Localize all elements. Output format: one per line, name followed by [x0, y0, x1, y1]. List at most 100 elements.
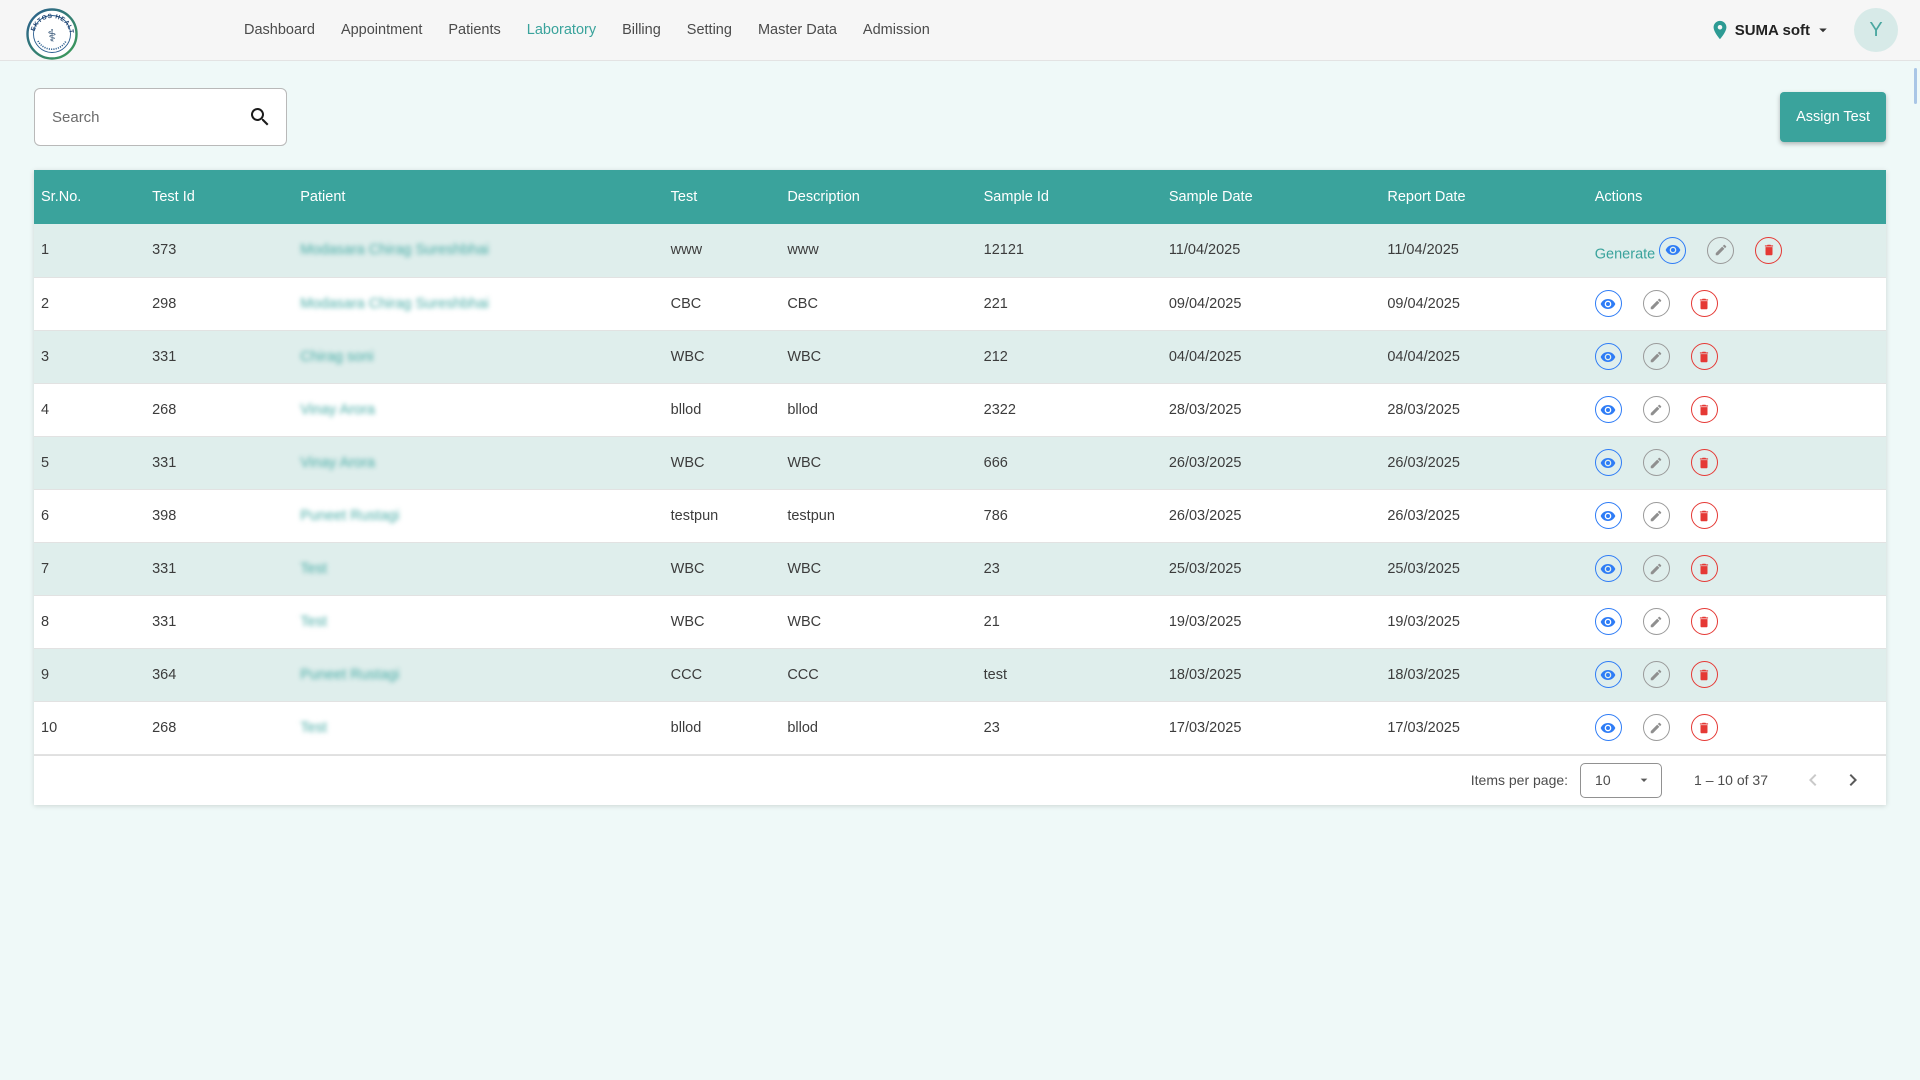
laboratory-page: Assign Test Sr.No.Test IdPatientTestDesc… — [0, 88, 1920, 805]
location-pin-icon — [1709, 19, 1731, 41]
caduceus-icon: ⚕ — [47, 27, 56, 46]
cell-test-id: 331 — [145, 595, 293, 648]
delete-test-button[interactable] — [1691, 555, 1718, 582]
delete-test-button[interactable] — [1691, 343, 1718, 370]
patient-link[interactable]: Test — [300, 614, 327, 630]
patient-link[interactable]: Test — [300, 561, 327, 577]
cell-test-id: 298 — [145, 277, 293, 330]
view-report-button[interactable] — [1595, 661, 1622, 688]
location-selector[interactable]: SUMA soft — [1709, 19, 1832, 41]
cell-sr-no: 7 — [34, 542, 145, 595]
patient-link[interactable]: Puneet Rustagi — [300, 508, 399, 524]
column-header-test: Test — [664, 170, 781, 224]
cell-report-date: 26/03/2025 — [1380, 436, 1587, 489]
generate-report-link[interactable]: Generate — [1595, 246, 1655, 262]
action-icons — [1595, 714, 1718, 741]
edit-test-button[interactable] — [1643, 396, 1670, 423]
header-right: SUMA soft Y — [1709, 8, 1898, 52]
nav-item-dashboard[interactable]: Dashboard — [244, 22, 315, 38]
view-report-button[interactable] — [1659, 237, 1686, 264]
edit-test-button[interactable] — [1643, 555, 1670, 582]
eye-icon — [1600, 561, 1616, 577]
next-page-button[interactable] — [1838, 765, 1868, 795]
nav-item-billing[interactable]: Billing — [622, 22, 661, 38]
cell-sample-id: test — [977, 648, 1162, 701]
delete-test-button[interactable] — [1691, 502, 1718, 529]
search-input[interactable] — [52, 109, 248, 126]
patient-link[interactable]: Test — [300, 720, 327, 736]
nav-item-laboratory[interactable]: Laboratory — [527, 22, 596, 38]
trash-icon — [1697, 562, 1711, 576]
cell-sr-no: 9 — [34, 648, 145, 701]
nav-item-appointment[interactable]: Appointment — [341, 22, 422, 38]
nav-item-admission[interactable]: Admission — [863, 22, 930, 38]
search-icon — [248, 105, 272, 129]
column-header-description: Description — [780, 170, 976, 224]
view-report-button[interactable] — [1595, 608, 1622, 635]
nav-item-patients[interactable]: Patients — [448, 22, 500, 38]
cell-sample-date: 25/03/2025 — [1162, 542, 1381, 595]
patient-link[interactable]: Chirag soni — [300, 349, 373, 365]
cell-test: WBC — [664, 595, 781, 648]
patient-link[interactable]: Vinay Arora — [300, 402, 375, 418]
delete-test-button[interactable] — [1691, 661, 1718, 688]
edit-test-button[interactable] — [1643, 343, 1670, 370]
pencil-icon — [1649, 562, 1663, 576]
cell-test: WBC — [664, 436, 781, 489]
trash-icon — [1697, 615, 1711, 629]
cell-actions — [1588, 489, 1886, 542]
pencil-icon — [1649, 456, 1663, 470]
cell-sr-no: 6 — [34, 489, 145, 542]
table-row: 1 373 Modasara Chirag Sureshbhai www www… — [34, 224, 1886, 277]
edit-test-button[interactable] — [1643, 290, 1670, 317]
assign-test-button[interactable]: Assign Test — [1780, 92, 1886, 142]
patient-link[interactable]: Puneet Rustagi — [300, 667, 399, 683]
patient-link[interactable]: Vinay Arora — [300, 455, 375, 471]
view-report-button[interactable] — [1595, 714, 1622, 741]
table-row: 4 268 Vinay Arora bllod bllod 2322 28/03… — [34, 383, 1886, 436]
edit-test-button[interactable] — [1643, 608, 1670, 635]
view-report-button[interactable] — [1595, 555, 1622, 582]
cell-report-date: 25/03/2025 — [1380, 542, 1587, 595]
cell-test: CCC — [664, 648, 781, 701]
edit-test-button[interactable] — [1643, 714, 1670, 741]
items-per-page-select[interactable]: 10 — [1580, 763, 1662, 798]
cell-sample-id: 2322 — [977, 383, 1162, 436]
action-icons — [1595, 343, 1718, 370]
cell-sr-no: 4 — [34, 383, 145, 436]
delete-test-button[interactable] — [1755, 237, 1782, 264]
edit-test-button[interactable] — [1707, 237, 1734, 264]
view-report-button[interactable] — [1595, 396, 1622, 423]
delete-test-button[interactable] — [1691, 608, 1718, 635]
edit-test-button[interactable] — [1643, 449, 1670, 476]
cell-test: WBC — [664, 330, 781, 383]
cell-description: CBC — [780, 277, 976, 330]
action-icons — [1595, 290, 1718, 317]
view-report-button[interactable] — [1595, 290, 1622, 317]
edit-test-button[interactable] — [1643, 502, 1670, 529]
delete-test-button[interactable] — [1691, 396, 1718, 423]
paginator: Items per page: 10 1 – 10 of 37 — [34, 755, 1886, 805]
edit-test-button[interactable] — [1643, 661, 1670, 688]
cell-test: testpun — [664, 489, 781, 542]
cell-patient: Test — [293, 542, 663, 595]
cell-actions — [1588, 595, 1886, 648]
nav-item-master-data[interactable]: Master Data — [758, 22, 837, 38]
delete-test-button[interactable] — [1691, 290, 1718, 317]
scrollbar-thumb[interactable] — [1914, 68, 1917, 104]
avatar[interactable]: Y — [1854, 8, 1898, 52]
patient-link[interactable]: Modasara Chirag Sureshbhai — [300, 296, 489, 312]
delete-test-button[interactable] — [1691, 449, 1718, 476]
view-report-button[interactable] — [1595, 343, 1622, 370]
patient-link[interactable]: Modasara Chirag Sureshbhai — [300, 242, 489, 258]
view-report-button[interactable] — [1595, 502, 1622, 529]
previous-page-button[interactable] — [1798, 765, 1828, 795]
delete-test-button[interactable] — [1691, 714, 1718, 741]
page-range-label: 1 – 10 of 37 — [1694, 772, 1768, 788]
eye-icon — [1600, 455, 1616, 471]
pencil-icon — [1649, 350, 1663, 364]
view-report-button[interactable] — [1595, 449, 1622, 476]
nav-item-setting[interactable]: Setting — [687, 22, 732, 38]
column-header-sr-no-: Sr.No. — [34, 170, 145, 224]
table-row: 3 331 Chirag soni WBC WBC 212 04/04/2025… — [34, 330, 1886, 383]
